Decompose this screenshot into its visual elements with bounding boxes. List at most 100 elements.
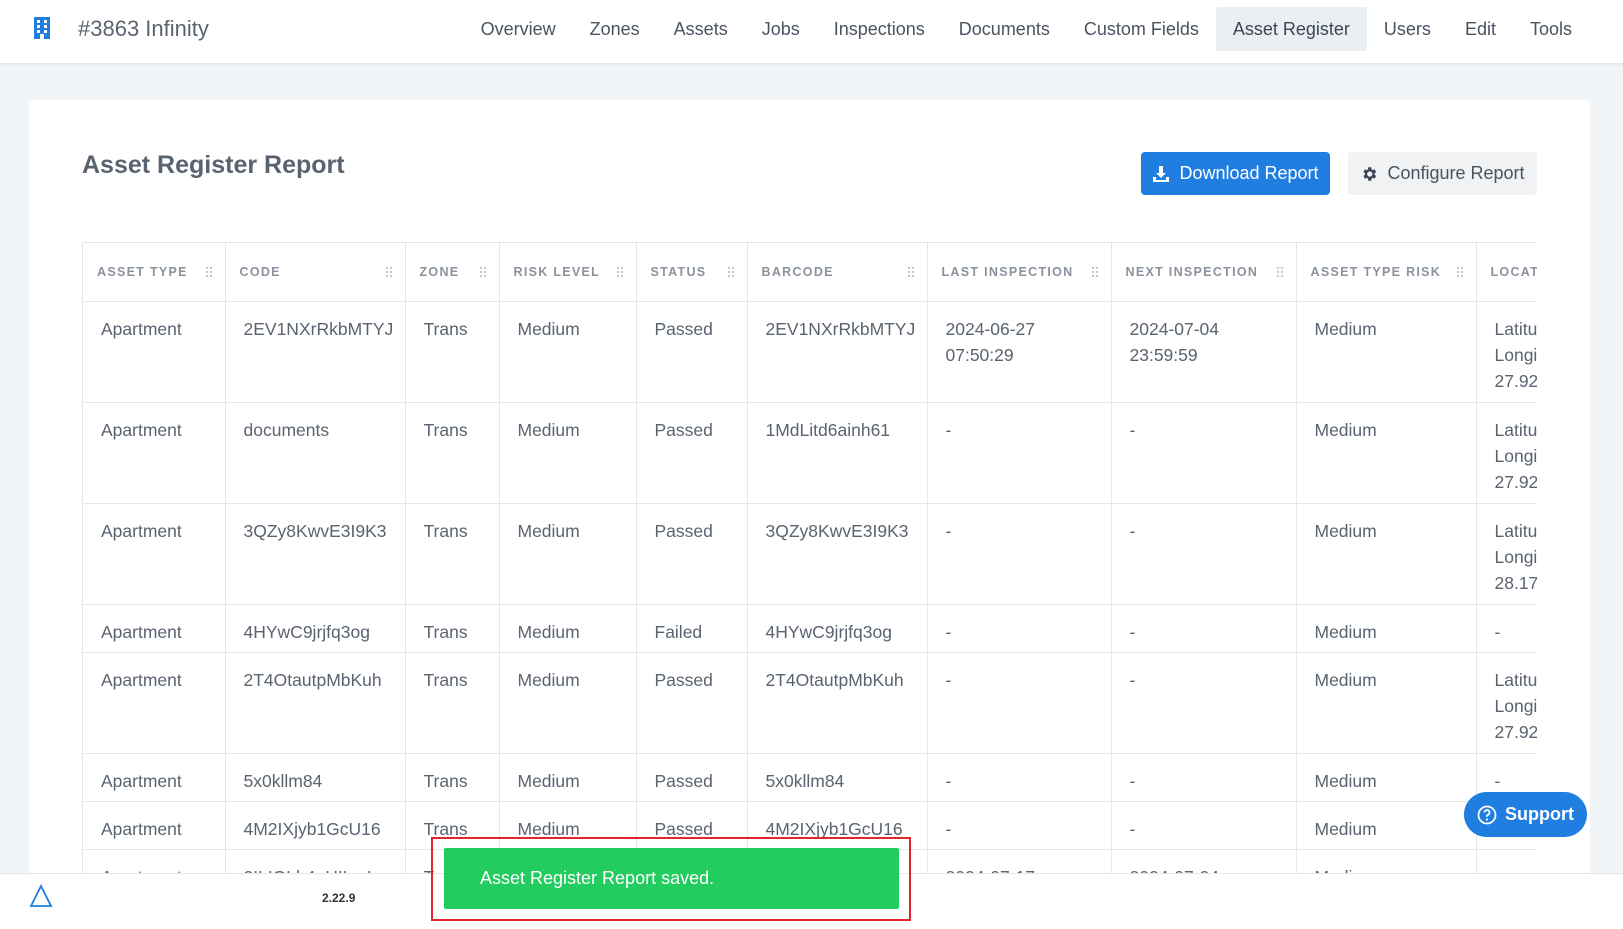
table-row[interactable]: Apartment 3QZy8KwvE3I9K3 Trans Medium Passed… <box>83 503 1537 605</box>
drag-handle-icon[interactable] <box>479 266 487 278</box>
table-cell: Medium <box>499 503 637 605</box>
drag-handle-icon[interactable] <box>616 266 624 278</box>
table-cell: 4M2IXjyb1GcU16 <box>225 801 406 850</box>
support-button[interactable]: Support <box>1464 792 1587 837</box>
table-cell: 0ILIOLh4aHILmL <box>225 849 406 876</box>
table-cell: Medium <box>1296 652 1477 754</box>
table-cell: 2EV1NXrRkbMTYJ <box>747 301 928 403</box>
table-cell: - <box>1111 753 1297 802</box>
table-cell: Latitude Longitude 28.17 <box>1476 503 1537 605</box>
table-cell: - <box>1111 801 1297 850</box>
column-header-barcode[interactable]: Barcode <box>747 243 928 302</box>
table-cell: Passed <box>636 753 748 802</box>
nav-users[interactable]: Users <box>1367 7 1448 51</box>
column-header-asset-type-risk[interactable]: Asset Type Risk <box>1296 243 1477 302</box>
drag-handle-icon[interactable] <box>205 266 213 278</box>
table-cell: Medium <box>1296 301 1477 403</box>
column-header-label: Next Inspection <box>1125 264 1259 279</box>
table-cell: Latitude Longitude 27.92 <box>1476 301 1537 403</box>
table-cell: 2T4OtautpMbKuh <box>225 652 406 754</box>
building-icon[interactable] <box>32 16 52 40</box>
table-cell: 5x0kllm84 <box>225 753 406 802</box>
column-header-label: Asset Type Risk <box>1310 264 1442 279</box>
nav-overview[interactable]: Overview <box>464 7 573 51</box>
table-row[interactable]: Apartment documents Trans Medium Passed 1MdLi… <box>83 402 1537 504</box>
table-cell: 2T4OtautpMbKuh <box>747 652 928 754</box>
table-cell: Medium <box>499 753 637 802</box>
drag-handle-icon[interactable] <box>1091 266 1099 278</box>
download-report-button[interactable]: Download Report <box>1141 152 1330 195</box>
table-cell: - <box>927 652 1112 754</box>
table-cell: Passed <box>636 301 748 403</box>
table-cell: Trans <box>405 753 500 802</box>
table-cell: 4HYwC9jrjfq3og <box>225 604 406 653</box>
column-header-status[interactable]: Status <box>636 243 748 302</box>
table-cell: Medium <box>1296 402 1477 504</box>
drag-handle-icon[interactable] <box>727 266 735 278</box>
asset-register-table[interactable]: Asset Type Code Zone Risk Level Status Barcod… <box>82 242 1537 876</box>
nav-tools[interactable]: Tools <box>1513 7 1589 51</box>
table-cell: 3QZy8KwvE3I9K3 <box>747 503 928 605</box>
table-cell: 2024-07-24 <box>1111 849 1297 876</box>
download-report-label: Download Report <box>1179 163 1319 183</box>
table-row[interactable]: Apartment 4HYwC9jrjfq3og Trans Medium Failed… <box>83 604 1537 653</box>
nav-zones[interactable]: Zones <box>573 7 657 51</box>
nav-asset-register[interactable]: Asset Register <box>1215 7 1367 51</box>
table-cell: Apartment <box>83 604 226 653</box>
table-cell: Medium <box>499 604 637 653</box>
column-header-label: Asset Type <box>97 264 188 279</box>
table-cell: - <box>1111 604 1297 653</box>
drag-handle-icon[interactable] <box>1276 266 1284 278</box>
table-cell: Trans <box>405 503 500 605</box>
table-cell: Latitude Longitude 27.92 <box>1476 652 1537 754</box>
table-cell: Medium <box>1296 849 1477 876</box>
nav-custom-fields[interactable]: Custom Fields <box>1067 7 1216 51</box>
table-cell: - <box>927 801 1112 850</box>
table-cell: Medium <box>499 402 637 504</box>
table-cell: Medium <box>499 301 637 403</box>
table-cell: 2024-06-27 07:50:29 <box>927 301 1112 403</box>
delta-logo-icon <box>29 884 53 907</box>
column-header-label: Last Inspection <box>941 264 1074 279</box>
column-header-asset-type[interactable]: Asset Type <box>83 243 226 302</box>
nav-jobs[interactable]: Jobs <box>745 7 817 51</box>
table-cell: Trans <box>405 652 500 754</box>
table-cell: - <box>927 753 1112 802</box>
table-cell: Medium <box>1296 753 1477 802</box>
column-header-zone[interactable]: Zone <box>405 243 500 302</box>
table-cell: Apartment <box>83 753 226 802</box>
nav-edit[interactable]: Edit <box>1448 7 1513 51</box>
table-cell: 4HYwC9jrjfq3og <box>747 604 928 653</box>
column-header-label: Risk Level <box>513 264 601 279</box>
column-header-code[interactable]: Code <box>225 243 406 302</box>
table-row[interactable]: Apartment 5x0kllm84 Trans Medium Passed 5x0kl… <box>83 753 1537 802</box>
column-header-label: Code <box>239 264 281 279</box>
table-cell: Passed <box>636 652 748 754</box>
drag-handle-icon[interactable] <box>385 266 393 278</box>
nav-assets[interactable]: Assets <box>657 7 745 51</box>
success-toast[interactable]: Asset Register Report saved. <box>444 848 899 909</box>
page-title: Asset Register Report <box>82 151 345 179</box>
drag-handle-icon[interactable] <box>907 266 915 278</box>
configure-report-button[interactable]: Configure Report <box>1348 152 1537 195</box>
table-cell: - <box>927 604 1112 653</box>
column-header-label: Zone <box>419 264 460 279</box>
table-cell: - <box>1476 604 1537 653</box>
column-header-risk-level[interactable]: Risk Level <box>499 243 637 302</box>
column-header-last-inspection[interactable]: Last Inspection <box>927 243 1112 302</box>
table-cell: 5x0kllm84 <box>747 753 928 802</box>
table-row[interactable]: Apartment 2T4OtautpMbKuh Trans Medium Passed… <box>83 652 1537 754</box>
column-header-next-inspection[interactable]: Next Inspection <box>1111 243 1297 302</box>
support-label: Support <box>1505 804 1574 824</box>
table-cell: Apartment <box>83 402 226 504</box>
column-header-label: Location <box>1490 264 1538 279</box>
drag-handle-icon[interactable] <box>1456 266 1464 278</box>
table-cell: - <box>1111 402 1297 504</box>
nav-inspections[interactable]: Inspections <box>817 7 942 51</box>
table-row[interactable]: Apartment 2EV1NXrRkbMTYJ Trans Medium Passed… <box>83 301 1537 403</box>
table-cell: Failed <box>636 604 748 653</box>
table-cell: 2024-07-17 <box>927 849 1112 876</box>
column-header-location[interactable]: Location <box>1476 243 1538 302</box>
nav-documents[interactable]: Documents <box>942 7 1067 51</box>
table-cell: 2EV1NXrRkbMTYJ <box>225 301 406 403</box>
